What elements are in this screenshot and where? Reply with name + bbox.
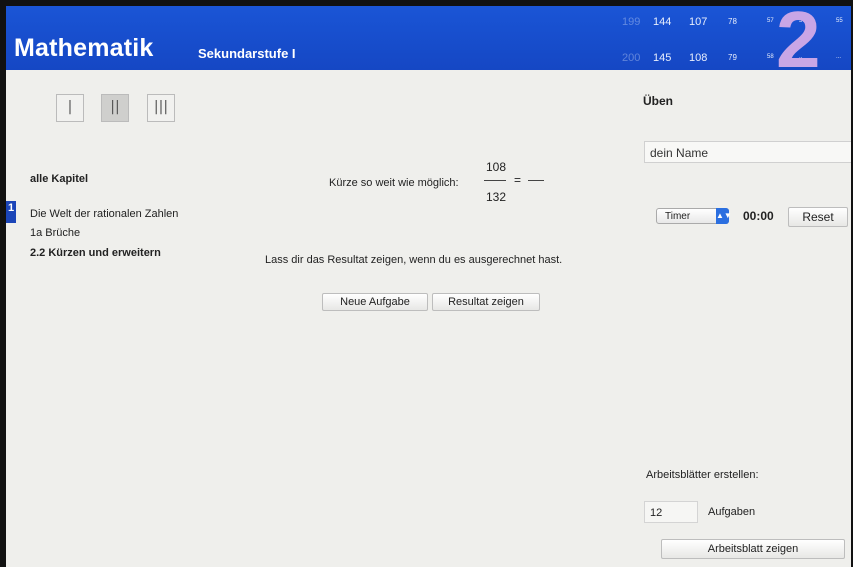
- app-title: Mathematik: [14, 34, 154, 62]
- worksheet-title: Arbeitsblätter erstellen:: [646, 469, 759, 481]
- deco-number: 55: [836, 18, 843, 24]
- level-1-button[interactable]: |: [56, 94, 84, 122]
- deco-number: 58: [767, 54, 774, 60]
- app-window: Mathematik Sekundarstufe I 199 144 107 7…: [6, 6, 851, 567]
- deco-number: 108: [689, 52, 708, 64]
- new-task-button[interactable]: Neue Aufgabe: [322, 293, 428, 311]
- deco-number: 145: [653, 52, 672, 64]
- deco-number: 199: [622, 16, 641, 28]
- current-subsection: 2.2 Kürzen und erweitern: [30, 247, 161, 259]
- deco-number: ...: [836, 54, 842, 60]
- denominator: 132: [486, 190, 507, 204]
- deco-number: 57: [767, 18, 774, 24]
- app-subtitle: Sekundarstufe I: [198, 46, 296, 61]
- deco-number: 78: [728, 17, 737, 26]
- exercise-prompt: Kürze so weit wie möglich:: [329, 177, 459, 189]
- timer-select[interactable]: Timer ▲▼: [656, 208, 732, 224]
- timer-select-value: Timer: [665, 211, 691, 222]
- chapter-link[interactable]: Die Welt der rationalen Zahlen: [30, 208, 178, 220]
- header-bar: Mathematik Sekundarstufe I 199 144 107 7…: [6, 6, 851, 80]
- answer-blank: [528, 180, 544, 181]
- practice-title: Üben: [643, 94, 673, 108]
- grade-digit: 2: [776, 6, 821, 84]
- level-2-button[interactable]: ||: [101, 94, 129, 122]
- fraction-bar: [484, 180, 506, 181]
- deco-number: 79: [728, 53, 737, 62]
- level-3-button[interactable]: |||: [147, 94, 175, 122]
- task-count-label: Aufgaben: [708, 506, 756, 518]
- deco-number: 144: [653, 16, 672, 28]
- deco-number: 200: [622, 52, 641, 64]
- chevron-updown-icon: ▲▼: [716, 208, 732, 224]
- name-input[interactable]: dein Name: [644, 141, 851, 163]
- equals-sign: =: [514, 173, 522, 187]
- all-chapters-link[interactable]: alle Kapitel: [30, 173, 88, 185]
- show-worksheet-button[interactable]: Arbeitsblatt zeigen: [661, 539, 845, 559]
- chapter-number-badge: 1: [6, 201, 16, 223]
- section-link[interactable]: 1a Brüche: [30, 227, 80, 239]
- instruction-text: Lass dir das Resultat zeigen, wenn du es…: [265, 254, 563, 266]
- timer-display: 00:00: [743, 209, 774, 223]
- numerator: 108: [486, 160, 507, 174]
- reset-button[interactable]: Reset: [788, 207, 848, 227]
- deco-number: 107: [689, 16, 708, 28]
- task-count-input[interactable]: 12: [644, 501, 698, 523]
- show-result-button[interactable]: Resultat zeigen: [432, 293, 540, 311]
